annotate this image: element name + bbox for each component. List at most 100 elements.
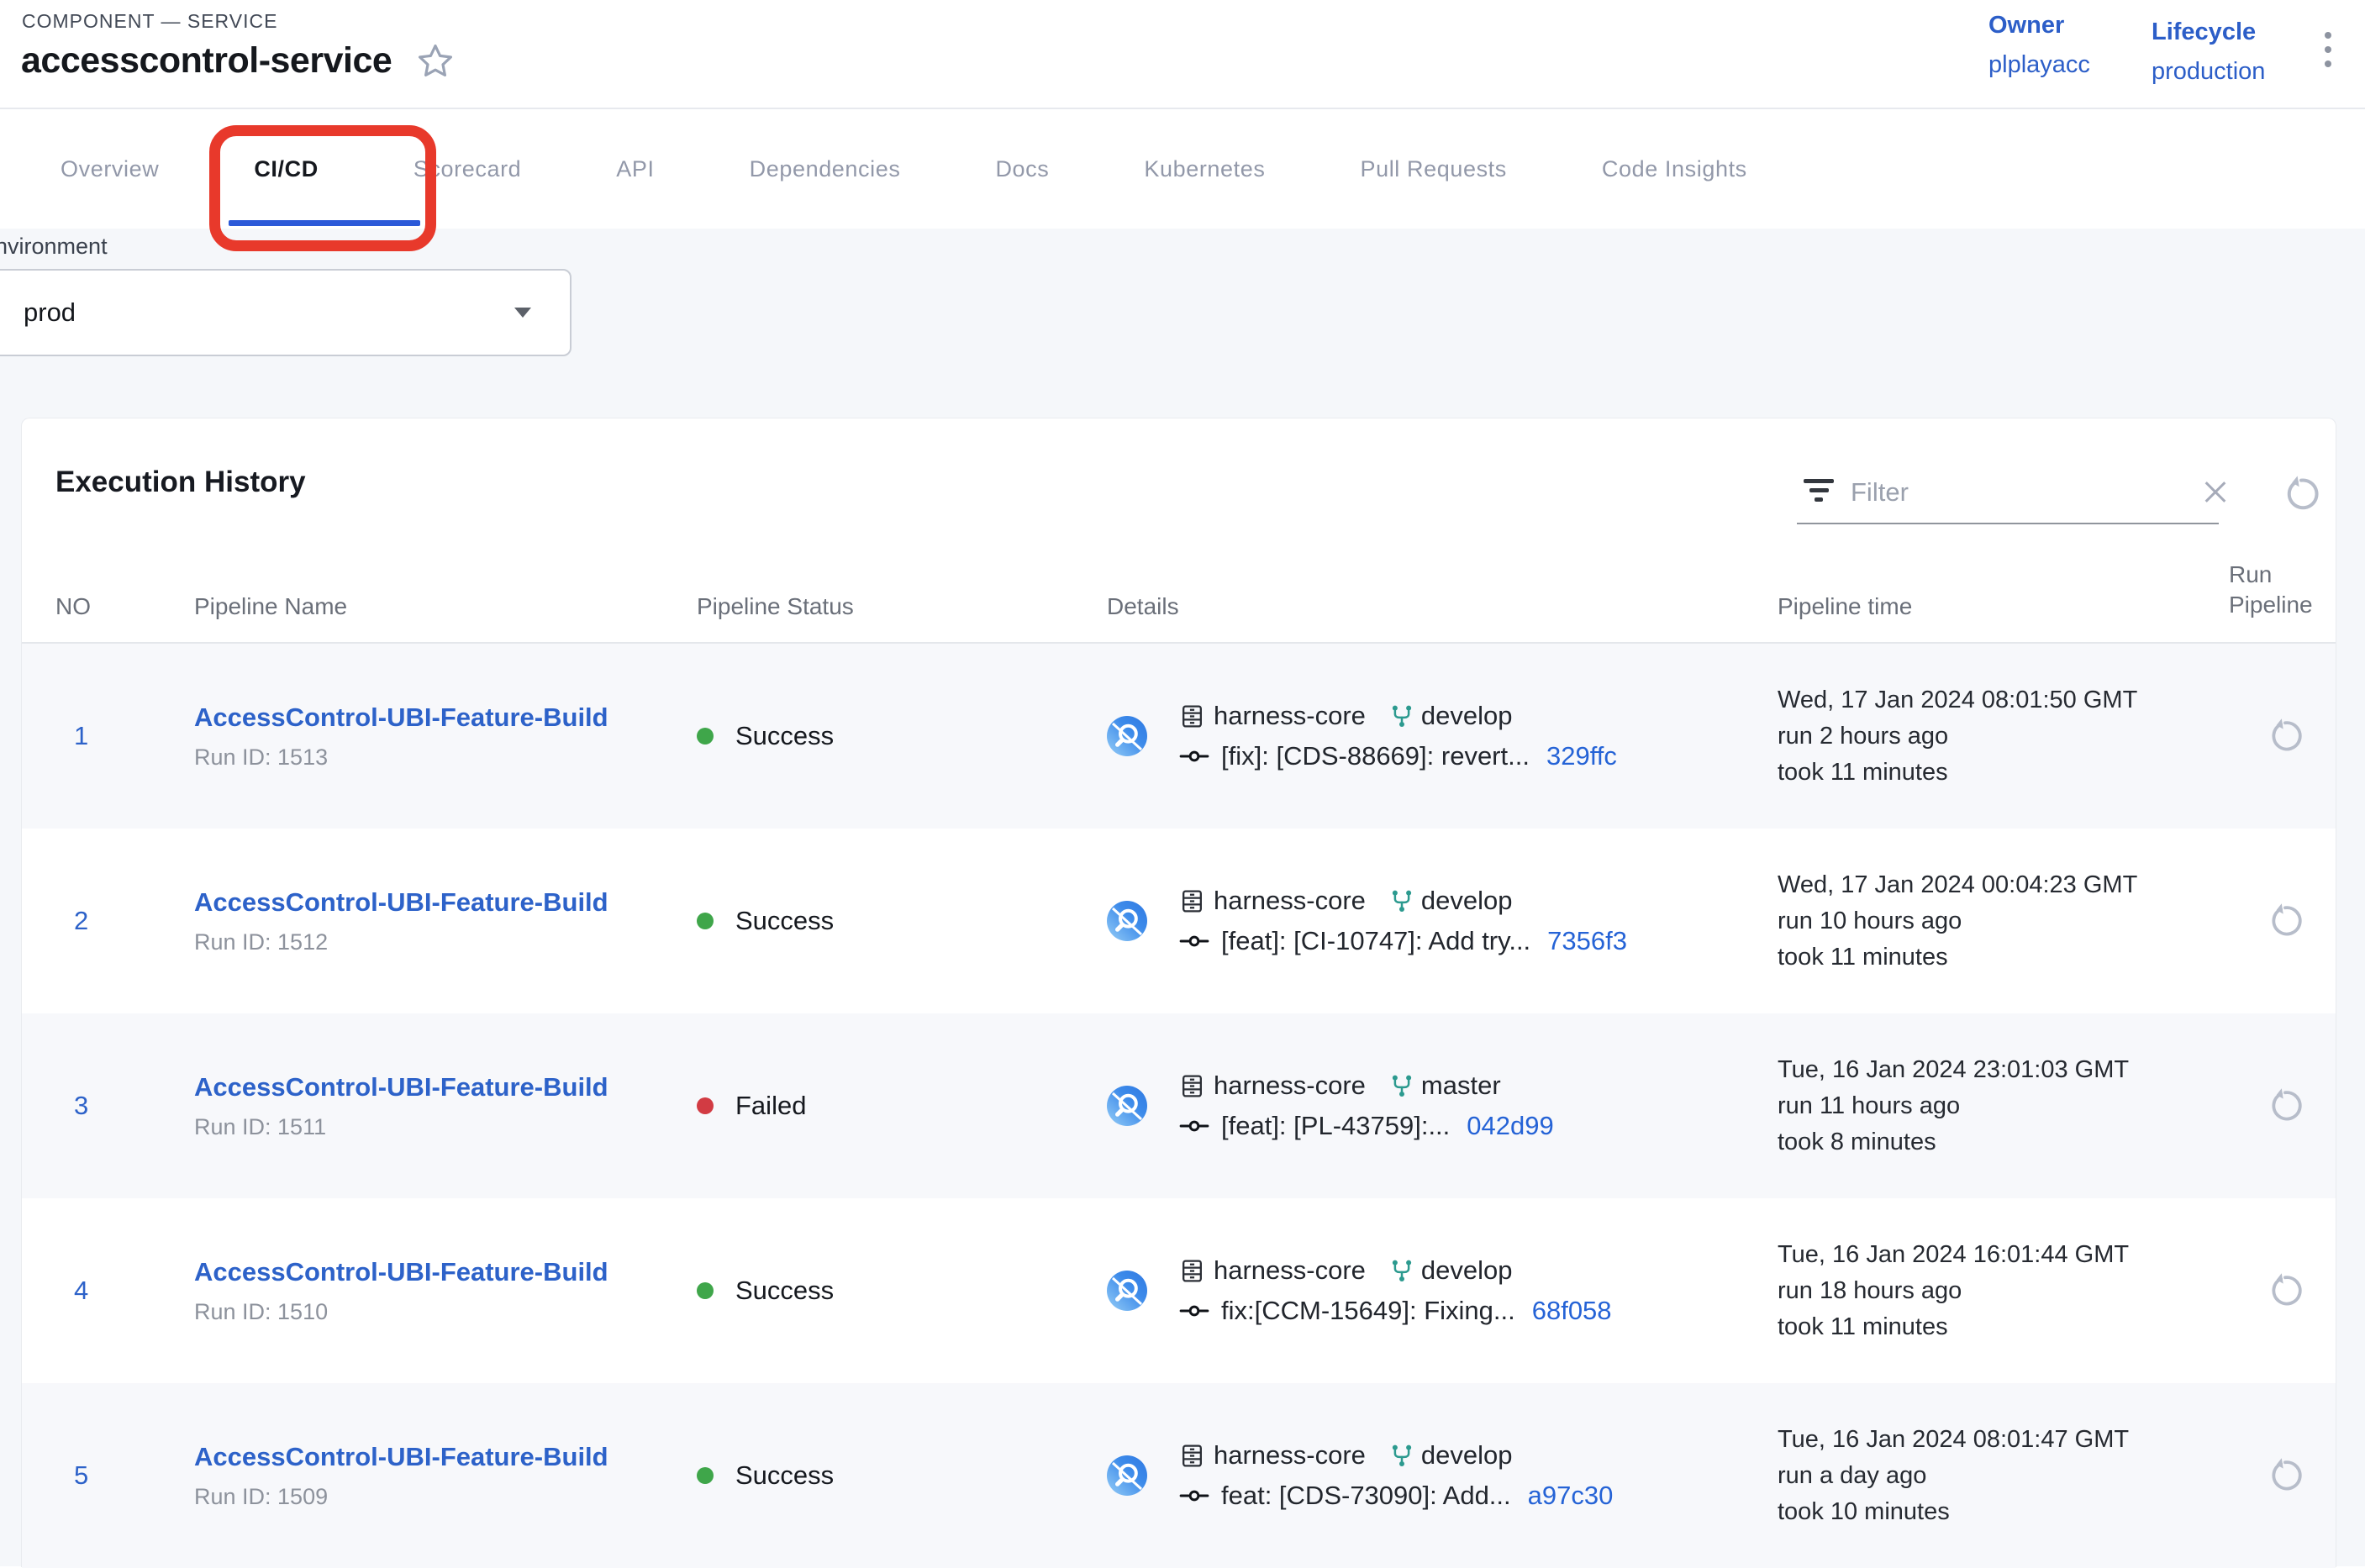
- favorite-star-icon[interactable]: [415, 41, 456, 82]
- run-pipeline-icon[interactable]: [2266, 902, 2304, 940]
- commit-hash-link[interactable]: a97c30: [1528, 1481, 1614, 1511]
- pipeline-name-link[interactable]: AccessControl-UBI-Feature-Build: [194, 887, 608, 918]
- git-branch-icon: [1389, 1073, 1414, 1098]
- pipeline-name-link[interactable]: AccessControl-UBI-Feature-Build: [194, 702, 608, 733]
- commit-icon: [1179, 1300, 1209, 1322]
- table-body: 1 AccessControl-UBI-Feature-Build Run ID…: [22, 644, 2336, 1568]
- status-label: Success: [735, 721, 834, 751]
- filter-icon: [1804, 479, 1834, 506]
- repo-name: harness-core: [1214, 1440, 1366, 1471]
- card-title: Execution History: [55, 466, 306, 499]
- commit-hash-link[interactable]: 329ffc: [1546, 741, 1617, 771]
- clear-filter-icon[interactable]: [2203, 480, 2228, 505]
- time-duration: took 11 minutes: [1778, 939, 2229, 976]
- tab-dependencies[interactable]: Dependencies: [750, 156, 901, 182]
- time-gmt: Wed, 17 Jan 2024 08:01:50 GMT: [1778, 682, 2229, 718]
- time-gmt: Wed, 17 Jan 2024 00:04:23 GMT: [1778, 867, 2229, 903]
- table-row: 1 AccessControl-UBI-Feature-Build Run ID…: [22, 644, 2336, 829]
- ci-module-icon: [1107, 1271, 1147, 1311]
- table-row: 4 AccessControl-UBI-Feature-Build Run ID…: [22, 1198, 2336, 1383]
- filter-input[interactable]: [1851, 477, 2186, 508]
- execution-history-card: Execution History NO Pipeline Name Pipel…: [21, 418, 2336, 1567]
- breadcrumb: COMPONENT — SERVICE: [22, 10, 277, 33]
- tab-pull-requests[interactable]: Pull Requests: [1360, 156, 1506, 182]
- status-dot: [697, 1467, 714, 1484]
- commit-message: fix:[CCM-15649]: Fixing...: [1221, 1296, 1515, 1326]
- git-branch-icon: [1389, 1443, 1414, 1468]
- pipeline-name-link[interactable]: AccessControl-UBI-Feature-Build: [194, 1257, 608, 1287]
- repo-name: harness-core: [1214, 1255, 1366, 1286]
- commit-message: [feat]: [CI-10747]: Add try...: [1221, 926, 1530, 956]
- refresh-icon[interactable]: [2281, 474, 2321, 514]
- col-pipeline-time: Pipeline time: [1778, 593, 2229, 620]
- git-branch-icon: [1389, 1258, 1414, 1283]
- time-gmt: Tue, 16 Jan 2024 23:01:03 GMT: [1778, 1052, 2229, 1088]
- time-relative: run 2 hours ago: [1778, 718, 2229, 755]
- repository-icon: [1179, 1073, 1205, 1099]
- filter-field: [1797, 472, 2219, 524]
- more-options-kebab-icon[interactable]: [2320, 27, 2336, 72]
- run-pipeline-icon[interactable]: [2266, 717, 2304, 755]
- tab-api[interactable]: API: [616, 156, 654, 182]
- chevron-down-icon: [514, 308, 531, 318]
- run-pipeline-icon[interactable]: [2266, 1087, 2304, 1125]
- repo-name: harness-core: [1214, 886, 1366, 916]
- run-id: Run ID: 1512: [194, 929, 697, 955]
- col-details: Details: [1107, 593, 1778, 620]
- col-no: NO: [55, 593, 194, 620]
- branch-name: develop: [1421, 886, 1513, 916]
- branch-name: master: [1421, 1071, 1501, 1101]
- tab-docs[interactable]: Docs: [995, 156, 1049, 182]
- commit-icon: [1179, 1485, 1209, 1507]
- commit-hash-link[interactable]: 7356f3: [1547, 926, 1627, 956]
- owner-value[interactable]: plplayacc: [1988, 51, 2090, 79]
- owner-label: Owner: [1988, 12, 2090, 39]
- run-pipeline-icon[interactable]: [2266, 1456, 2304, 1495]
- col-pipeline-status: Pipeline Status: [697, 593, 1107, 620]
- run-pipeline-icon[interactable]: [2266, 1271, 2304, 1310]
- table-header: NO Pipeline Name Pipeline Status Details…: [22, 536, 2336, 644]
- row-number: 3: [55, 1091, 194, 1121]
- active-tab-underline: [229, 220, 420, 226]
- owner-meta: Owner plplayacc: [1988, 12, 2090, 79]
- tab-code-insights[interactable]: Code Insights: [1602, 156, 1747, 182]
- environment-select[interactable]: prod: [0, 269, 571, 356]
- tab-scorecard[interactable]: Scorecard: [413, 156, 521, 182]
- pipeline-time: Tue, 16 Jan 2024 23:01:03 GMT run 11 hou…: [1778, 1052, 2229, 1160]
- pipeline-name-link[interactable]: AccessControl-UBI-Feature-Build: [194, 1442, 608, 1472]
- page-title: accesscontrol-service: [21, 40, 392, 82]
- commit-message: [fix]: [CDS-88669]: revert...: [1221, 741, 1530, 771]
- commit-hash-link[interactable]: 042d99: [1467, 1111, 1553, 1141]
- commit-message: [feat]: [PL-43759]:...: [1221, 1111, 1450, 1141]
- commit-icon: [1179, 1115, 1209, 1137]
- tab-ci-cd[interactable]: CI/CD: [254, 156, 319, 182]
- row-number: 2: [55, 906, 194, 936]
- commit-hash-link[interactable]: 68f058: [1532, 1296, 1612, 1326]
- pipeline-time: Wed, 17 Jan 2024 08:01:50 GMT run 2 hour…: [1778, 682, 2229, 791]
- pipeline-time: Wed, 17 Jan 2024 00:04:23 GMT run 10 hou…: [1778, 867, 2229, 976]
- git-branch-icon: [1389, 703, 1414, 729]
- pipeline-name-link[interactable]: AccessControl-UBI-Feature-Build: [194, 1072, 608, 1102]
- repository-icon: [1179, 888, 1205, 914]
- time-gmt: Tue, 16 Jan 2024 16:01:44 GMT: [1778, 1237, 2229, 1273]
- lifecycle-value: production: [2152, 58, 2265, 86]
- time-duration: took 11 minutes: [1778, 755, 2229, 791]
- repository-icon: [1179, 1443, 1205, 1469]
- status-dot: [697, 728, 714, 745]
- tab-bar: Overview CI/CD Scorecard API Dependencie…: [0, 108, 2365, 229]
- ci-module-icon: [1107, 901, 1147, 941]
- branch-name: develop: [1421, 1255, 1513, 1286]
- commit-icon: [1179, 930, 1209, 952]
- tab-overview[interactable]: Overview: [61, 156, 159, 182]
- status-label: Success: [735, 1460, 834, 1491]
- lifecycle-label: Lifecycle: [2152, 18, 2265, 46]
- status-dot: [697, 913, 714, 929]
- run-id: Run ID: 1509: [194, 1484, 697, 1510]
- repository-icon: [1179, 703, 1205, 729]
- status-label: Failed: [735, 1091, 806, 1121]
- time-duration: took 10 minutes: [1778, 1494, 2229, 1530]
- time-relative: run 10 hours ago: [1778, 903, 2229, 939]
- row-number: 4: [55, 1276, 194, 1306]
- col-pipeline-name: Pipeline Name: [194, 593, 697, 620]
- tab-kubernetes[interactable]: Kubernetes: [1144, 156, 1265, 182]
